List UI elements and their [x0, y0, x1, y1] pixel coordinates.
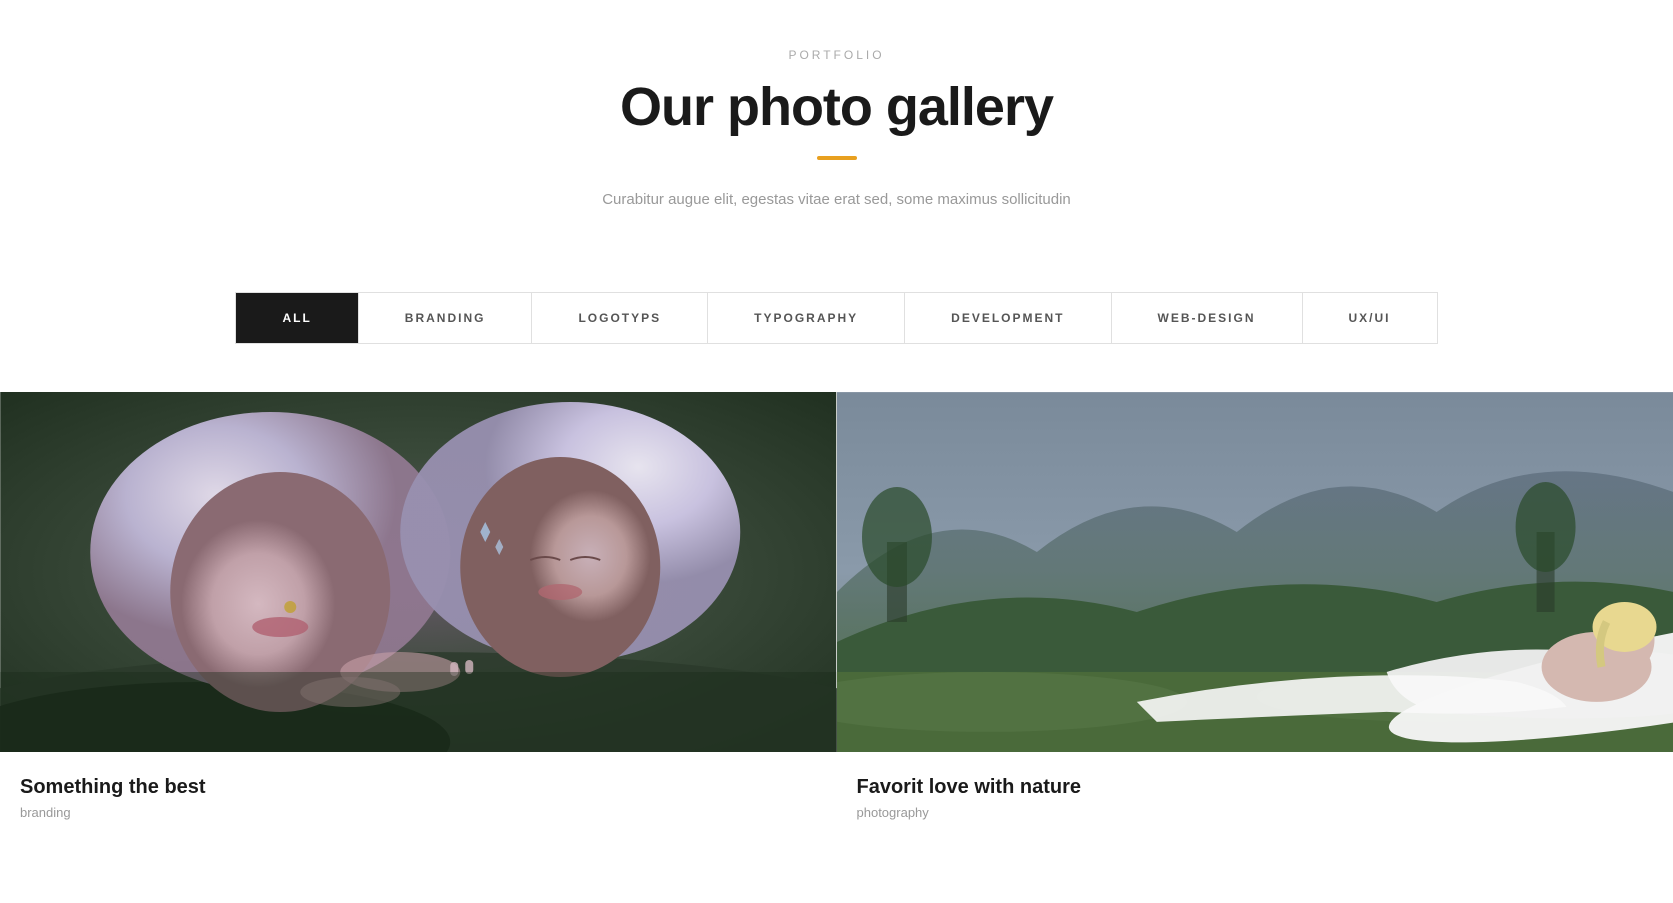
gallery-item-2[interactable]: Favorit love with nature photography: [837, 392, 1673, 836]
portfolio-label: PORTFOLIO: [20, 48, 1653, 62]
caption-title-1: Something the best: [20, 776, 817, 799]
gallery-caption-1: Something the best branding: [0, 752, 837, 836]
gallery-caption-2: Favorit love with nature photography: [837, 752, 1673, 836]
filter-tab-web-design[interactable]: WEB-DESIGN: [1112, 293, 1303, 343]
header-section: PORTFOLIO Our photo gallery Curabitur au…: [0, 0, 1673, 252]
filter-bar: ALLBRANDINGLOGOTYPSTYPOGRAPHYDEVELOPMENT…: [235, 292, 1437, 344]
filter-tab-logotyps[interactable]: LOGOTYPS: [532, 293, 708, 343]
filter-tab-typography[interactable]: TYPOGRAPHY: [708, 293, 905, 343]
caption-category-1: branding: [20, 805, 817, 820]
gallery-title: Our photo gallery: [20, 76, 1653, 138]
gallery-image-2: [837, 392, 1673, 752]
page-wrapper: PORTFOLIO Our photo gallery Curabitur au…: [0, 0, 1673, 836]
filter-tab-ux-ui[interactable]: UX/UI: [1303, 293, 1437, 343]
subtitle: Curabitur augue elit, egestas vitae erat…: [20, 188, 1653, 212]
caption-title-2: Favorit love with nature: [857, 776, 1654, 799]
title-underline: [817, 156, 857, 160]
gallery-item-1[interactable]: Something the best branding: [0, 392, 837, 836]
filter-tab-branding[interactable]: BRANDING: [359, 293, 533, 343]
caption-category-2: photography: [857, 805, 1654, 820]
gallery-image-1: [0, 392, 837, 752]
filter-tab-all[interactable]: ALL: [236, 293, 358, 343]
gallery-grid: Something the best branding: [0, 392, 1673, 836]
filter-tab-development[interactable]: DEVELOPMENT: [905, 293, 1111, 343]
